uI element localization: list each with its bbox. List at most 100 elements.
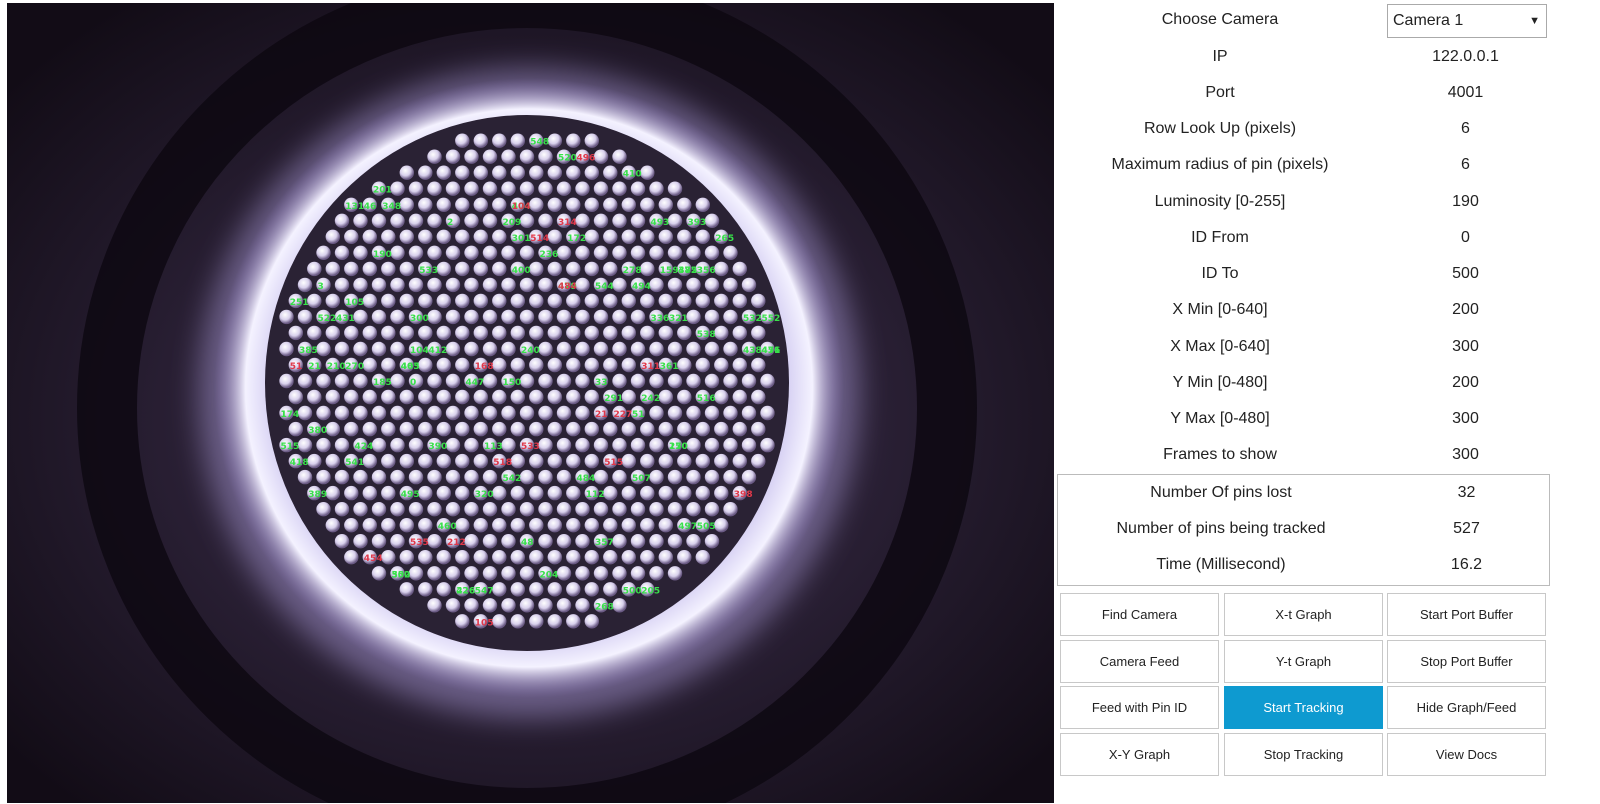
camera-feed-view[interactable]: 0 1 2 3 21 33 46 48 51 104 105 112 113 131 150 159 170 17… [7, 3, 1054, 803]
pin-id-label: 204 [540, 570, 559, 580]
stat-row-pins-lost: Number Of pins lost 32 [1058, 475, 1551, 511]
pin-dot [455, 229, 470, 244]
pin-dot [418, 197, 433, 212]
pin-dot [547, 261, 562, 277]
pin-dot [723, 309, 738, 325]
setting-value[interactable]: 200 [1383, 292, 1548, 328]
pin-dot [547, 325, 562, 341]
pin-id-label: 0 [410, 378, 416, 388]
pin-id-label: 205 [641, 586, 660, 596]
pin-dot [325, 453, 340, 469]
start-port-buffer-button[interactable]: Start Port Buffer [1387, 593, 1546, 636]
pin-dot [612, 181, 627, 196]
setting-value[interactable]: 190 [1383, 184, 1548, 220]
pin-dot [658, 389, 673, 405]
pin-dot [279, 309, 294, 325]
pin-dot [519, 181, 535, 196]
feed-with-pin-id-button[interactable]: Feed with Pin ID [1060, 686, 1219, 729]
pin-dot [566, 357, 581, 373]
pin-dot [649, 341, 664, 357]
pin-dot [704, 373, 720, 389]
setting-value[interactable]: 6 [1383, 111, 1548, 147]
stop-tracking-button[interactable]: Stop Tracking [1224, 733, 1383, 776]
pin-id-label: 454 [364, 554, 383, 564]
pin-dot [445, 469, 461, 485]
stop-port-buffer-button[interactable]: Stop Port Buffer [1387, 640, 1546, 683]
hide-graph-feed-button[interactable]: Hide Graph/Feed [1387, 686, 1546, 729]
pin-dot [501, 277, 516, 293]
pin-id-label: 131 [345, 202, 364, 212]
setting-value[interactable]: 4001 [1383, 75, 1548, 111]
pin-id-label: 426 [456, 586, 475, 596]
setting-value[interactable]: 200 [1383, 365, 1548, 401]
find-camera-button[interactable]: Find Camera [1060, 593, 1219, 636]
pin-id-label: 51 [290, 362, 303, 372]
pin-dot [510, 582, 525, 597]
pin-dot [482, 277, 498, 293]
pin-dot [704, 437, 720, 453]
pin-dot [593, 566, 609, 581]
start-tracking-button[interactable]: Start Tracking [1224, 686, 1383, 729]
pin-dot [686, 373, 701, 389]
setting-value[interactable]: 300 [1383, 329, 1548, 365]
setting-value[interactable]: 300 [1383, 401, 1548, 437]
pin-dot [510, 293, 525, 309]
pin-dot [482, 469, 498, 485]
pin-dot [677, 229, 692, 244]
setting-row-id-from: ID From 0 [1057, 220, 1550, 256]
pin-dot [408, 469, 424, 485]
pin-dot [584, 261, 599, 277]
pin-dot [584, 133, 599, 148]
pin-dot [418, 389, 433, 405]
pin-dot [575, 566, 590, 581]
pin-dot [603, 261, 618, 277]
pin-dot [640, 325, 655, 341]
view-docs-button[interactable]: View Docs [1387, 733, 1546, 776]
pin-id-label: 321 [669, 314, 688, 324]
pin-dot [603, 197, 618, 212]
pin-dot [695, 293, 710, 309]
setting-value[interactable]: 6 [1383, 147, 1548, 183]
pin-id-label: 515 [281, 442, 300, 452]
pin-dot [714, 518, 729, 533]
pin-dot [649, 502, 664, 517]
pin-dot [455, 133, 470, 148]
pin-id-label: 424 [355, 442, 374, 452]
pin-id-label: 33 [595, 378, 608, 388]
pin-dot [492, 357, 507, 373]
setting-value[interactable]: 500 [1383, 256, 1548, 292]
pin-dot [436, 229, 451, 244]
x-y-graph-button[interactable]: X-Y Graph [1060, 733, 1219, 776]
pin-dot [723, 373, 738, 389]
pin-dot [621, 357, 636, 373]
pin-id-label: 112 [586, 490, 605, 500]
pin-id-label: 418 [290, 458, 309, 468]
pin-dot [510, 453, 525, 469]
pin-id-label: 393 [688, 218, 707, 228]
pin-dot [390, 373, 405, 389]
pin-dot [325, 293, 340, 309]
pin-dot [556, 534, 572, 549]
camera-feed-button[interactable]: Camera Feed [1060, 640, 1219, 683]
pin-dot [547, 582, 562, 597]
setting-value[interactable]: 122.0.0.1 [1383, 39, 1548, 75]
x-t-graph-button[interactable]: X-t Graph [1224, 593, 1383, 636]
camera-select[interactable]: Camera 1 ▼ [1387, 4, 1547, 38]
y-t-graph-button[interactable]: Y-t Graph [1224, 640, 1383, 683]
pin-dot [584, 389, 599, 405]
pin-id-label: 51 [632, 410, 645, 420]
pin-dot [630, 534, 646, 549]
pin-dot [492, 229, 507, 244]
pin-dot [741, 277, 757, 293]
pin-dot [621, 453, 636, 469]
pin-id-label: 300 [410, 314, 429, 324]
pin-dot [593, 309, 609, 325]
setting-value[interactable]: 300 [1383, 437, 1548, 473]
pin-dot [353, 502, 368, 517]
pin-dot [418, 485, 433, 501]
pin-dot [492, 485, 507, 501]
pin-dot [427, 598, 442, 613]
pin-id-label: 533 [419, 266, 438, 276]
pin-dot [686, 309, 701, 325]
setting-value[interactable]: 0 [1383, 220, 1548, 256]
